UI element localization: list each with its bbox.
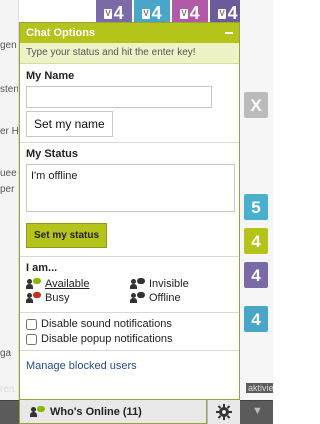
my-name-label: My Name	[26, 70, 75, 82]
status-hint: Type your status and hit the enter key!	[20, 43, 239, 64]
scroll-down-icon[interactable]: ▼	[252, 405, 263, 417]
available-user-icon	[26, 278, 42, 290]
bg-tile: 4	[244, 262, 268, 288]
presence-options: Available Invisible Busy Offline	[26, 278, 233, 304]
presence-busy[interactable]: Busy	[26, 292, 130, 304]
bg-fragment: aktivieren	[246, 383, 273, 393]
disable-sound-checkbox[interactable]	[26, 318, 37, 330]
background-page-right: X 5 4 4 4	[240, 0, 273, 400]
background-page-left: gen sten er H uee per ga ren	[0, 0, 19, 400]
bg-tile: 4	[244, 228, 268, 254]
chat-options-panel: Chat Options Type your status and hit th…	[19, 22, 240, 400]
divider	[20, 350, 239, 351]
invisible-user-icon	[130, 278, 146, 290]
presence-label-invisible: Invisible	[149, 278, 189, 290]
bg-fragment: ren	[0, 384, 15, 395]
disable-popup-option[interactable]: Disable popup notifications	[26, 333, 233, 345]
busy-user-icon	[26, 292, 42, 304]
panel-title: Chat Options	[26, 27, 96, 39]
disable-popup-checkbox[interactable]	[26, 333, 37, 345]
bg-tile: X	[244, 92, 268, 118]
divider	[20, 256, 239, 257]
my-status-label: My Status	[26, 148, 78, 160]
bg-fragment: sten	[0, 84, 18, 95]
disable-sound-label: Disable sound notifications	[41, 318, 172, 330]
status-textarea[interactable]: I'm offline	[26, 164, 235, 212]
divider	[20, 142, 239, 143]
presence-offline[interactable]: Offline	[130, 292, 230, 304]
presence-invisible[interactable]: Invisible	[130, 278, 230, 290]
minimize-icon[interactable]	[225, 32, 233, 34]
screen: gen sten er H uee per ga ren V4 V4 V4 V4…	[0, 0, 273, 424]
bg-fragment: gen	[0, 40, 17, 51]
bg-fragment: ga	[0, 348, 12, 359]
manage-blocked-users-link[interactable]: Manage blocked users	[26, 360, 137, 372]
presence-label-offline: Offline	[149, 292, 181, 304]
gear-icon	[216, 404, 232, 420]
whos-online-button[interactable]: Who's Online (11)	[19, 400, 207, 424]
bg-fragment: per	[0, 184, 15, 195]
set-name-button[interactable]: Set my name	[26, 111, 113, 137]
offline-user-icon	[130, 292, 146, 304]
disable-popup-label: Disable popup notifications	[41, 333, 173, 345]
presence-label-busy: Busy	[45, 292, 70, 304]
online-users-icon	[30, 405, 46, 418]
presence-available[interactable]: Available	[26, 278, 130, 290]
bg-tile: 5	[244, 194, 268, 220]
bg-fragment: er H	[0, 126, 18, 137]
presence-label-available: Available	[45, 278, 90, 290]
bg-tile: 4	[244, 306, 268, 332]
name-input[interactable]	[26, 86, 212, 108]
panel-header: Chat Options	[20, 23, 239, 43]
bg-fragment: uee	[0, 168, 17, 179]
settings-button[interactable]	[207, 400, 240, 424]
presence-label: I am...	[26, 262, 58, 274]
divider	[20, 312, 239, 313]
whos-online-label: Who's Online (11)	[50, 405, 142, 418]
disable-sound-option[interactable]: Disable sound notifications	[26, 318, 233, 330]
set-status-button[interactable]: Set my status	[26, 223, 108, 248]
